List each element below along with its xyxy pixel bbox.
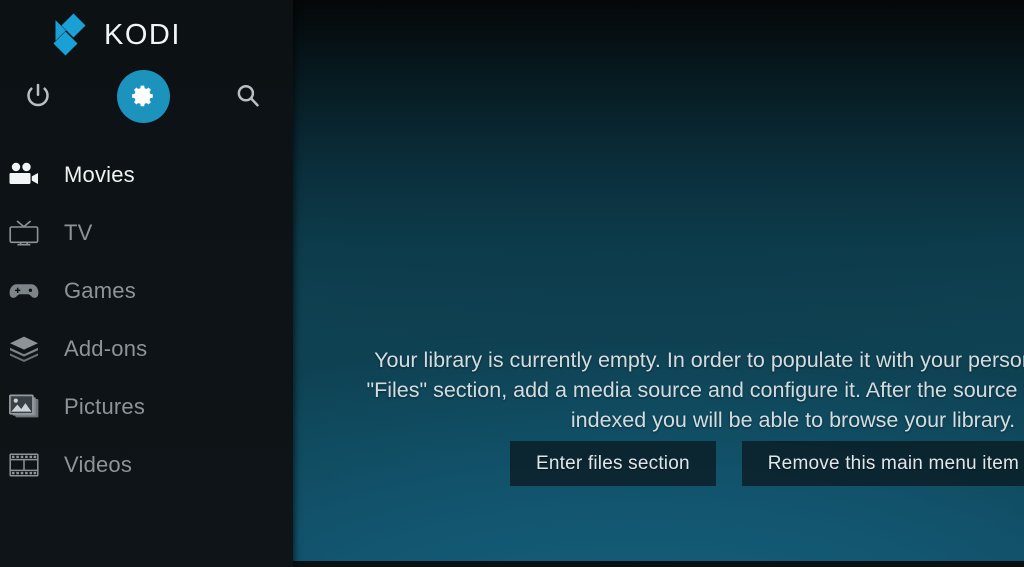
sidebar: KODI Movies TV Games Add-ons Pictures Vi… [0,0,293,567]
empty-library-actions: Enter files section Remove this main men… [510,441,1024,486]
settings-button[interactable] [115,68,171,124]
search-icon [233,81,263,111]
film-strip-icon [4,446,44,484]
television-icon [4,214,44,252]
main-menu: Movies TV Games Add-ons Pictures Videos [0,146,293,494]
gear-icon [130,83,156,109]
settings-highlight-circle [116,69,170,123]
enter-files-section-button[interactable]: Enter files section [510,441,716,486]
app-logo: KODI [0,10,293,60]
movie-camera-icon [4,156,44,194]
search-button[interactable] [220,68,276,124]
app-title: KODI [104,18,181,51]
empty-library-message: Your library is currently empty. In orde… [366,348,1024,432]
power-icon [23,81,53,111]
sidebar-item-videos[interactable]: Videos [0,436,293,494]
sidebar-item-label: Add-ons [64,336,148,361]
sidebar-item-label: Movies [64,162,135,187]
sidebar-item-label: Videos [64,452,133,477]
main-content: Your library is currently empty. In orde… [293,0,1024,567]
kodi-home-screen: KODI Movies TV Games Add-ons Pictures Vi… [0,0,1024,567]
remove-main-menu-item-button[interactable]: Remove this main menu item [741,441,1024,486]
power-button[interactable] [10,68,66,124]
sidebar-item-label: Games [64,278,136,303]
sidebar-item-label: Pictures [64,394,146,419]
kodi-logo-icon [48,13,90,56]
sidebar-item-add-ons[interactable]: Add-ons [0,320,293,378]
sidebar-item-tv[interactable]: TV [0,204,293,262]
sidebar-top-icons [0,68,293,124]
photo-icon [4,388,44,426]
sidebar-item-pictures[interactable]: Pictures [0,378,293,436]
gamepad-icon [4,272,44,310]
open-box-icon [4,330,44,368]
sidebar-item-games[interactable]: Games [0,262,293,320]
sidebar-item-movies[interactable]: Movies [0,146,293,204]
sidebar-item-label: TV [64,220,93,245]
